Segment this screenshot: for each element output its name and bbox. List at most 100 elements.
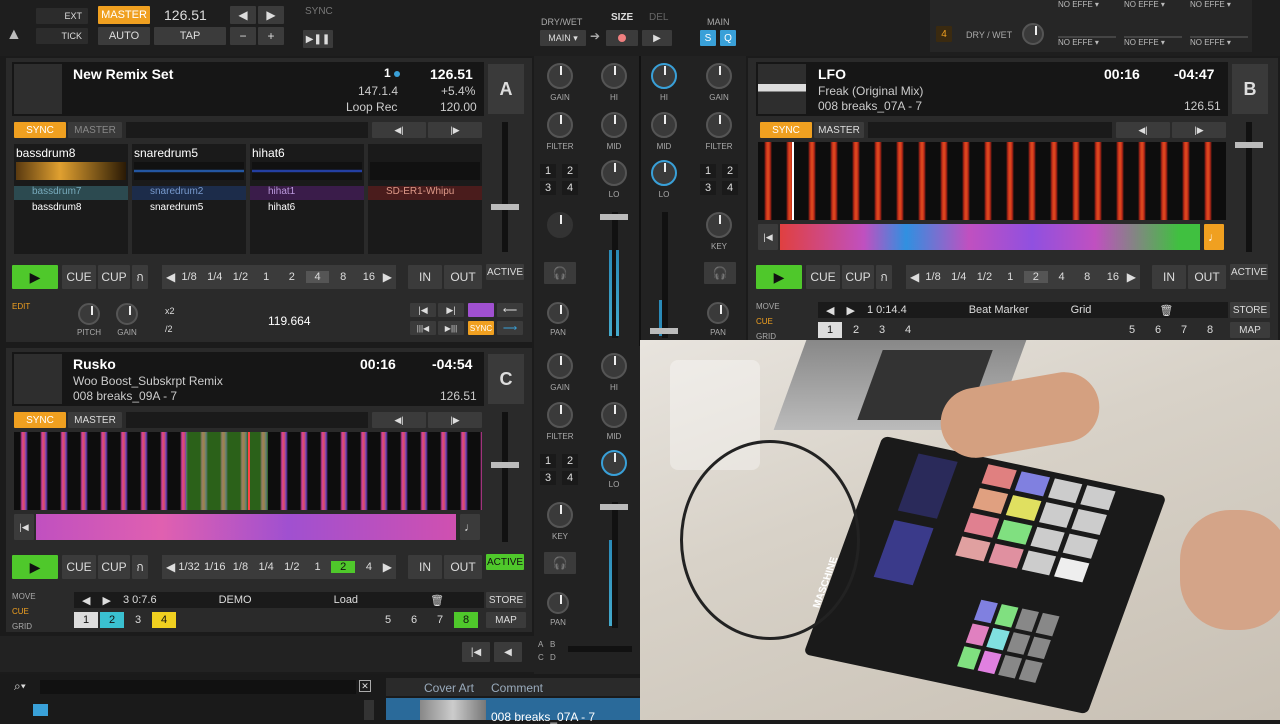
trash-icon[interactable]: 🗑 — [1159, 304, 1173, 317]
deck-b-cue-prev[interactable]: ◀ — [826, 304, 834, 317]
deck-a-sync-button[interactable]: SYNC — [14, 122, 66, 138]
deck-a-arrow-button[interactable]: ⟵ — [497, 303, 523, 317]
search-input[interactable] — [40, 680, 356, 694]
deck-b-loop-1[interactable]: 1/4 — [947, 271, 971, 283]
deck-b-hotcue-3[interactable]: 3 — [870, 322, 894, 338]
deck-a-arrow-right-button[interactable]: ⟶ — [497, 321, 523, 335]
deck-b-master-button[interactable]: MASTER — [814, 122, 864, 138]
remix-slot-2[interactable]: snaredrum5 snaredrum2 snaredrum5 — [132, 144, 246, 254]
deck-b-hotcue-5[interactable]: 5 — [1120, 322, 1144, 338]
deck-a-loop-7[interactable]: 16 — [357, 271, 381, 283]
deck-b-loop-6[interactable]: 8 — [1075, 271, 1099, 283]
mixer-a-gain-knob[interactable] — [547, 63, 573, 89]
deck-b-loop-0[interactable]: 1/8 — [921, 271, 945, 283]
deck-a-play-button[interactable]: ▶ — [12, 265, 58, 289]
mixer-a-fx-3[interactable]: 3 — [540, 181, 556, 195]
deck-b-overview[interactable] — [780, 224, 1200, 250]
mixer-a-headphone-button[interactable]: 🎧 — [544, 262, 576, 284]
deck-a-flux-button[interactable]: ก — [132, 265, 148, 289]
fx4-button[interactable]: 4 — [936, 26, 952, 42]
deck-a-master-button[interactable]: MASTER — [68, 122, 122, 138]
comment-column[interactable]: Comment — [491, 681, 543, 695]
deck-c-grid-label[interactable]: GRID — [12, 622, 32, 631]
deck-b-hotcue-1[interactable]: 1 — [818, 322, 842, 338]
deck-b-next-button[interactable]: |▶ — [1172, 122, 1226, 138]
mixer-a-key-knob[interactable] — [547, 212, 573, 238]
search-icon[interactable]: ⌕▾ — [14, 679, 26, 694]
mixer-a-hi-knob[interactable] — [601, 63, 627, 89]
deck-c-in-button[interactable]: IN — [408, 555, 442, 579]
fx-slot-2[interactable]: NO EFFE ▾ — [1124, 36, 1182, 48]
deck-a-cue-button[interactable]: CUE — [62, 265, 96, 289]
close-icon[interactable]: ✕ — [359, 680, 371, 692]
mixer-b-pan-knob[interactable] — [707, 302, 729, 324]
mixer-b-headphone-button[interactable]: 🎧 — [704, 262, 736, 284]
mixer-c-headphone-button[interactable]: 🎧 — [544, 552, 576, 574]
deck-c-flux-button[interactable]: ก — [132, 555, 148, 579]
mixer-a-filter-knob[interactable] — [547, 112, 573, 138]
deck-b-marker[interactable]: Beat Marker — [969, 304, 1029, 316]
deck-a-active-button[interactable]: ACTIVE — [486, 264, 524, 280]
deck-c-hotcue-5[interactable]: 5 — [376, 612, 400, 628]
mixer-a-lo-knob[interactable] — [601, 160, 627, 186]
deck-a-x2[interactable]: x2 — [165, 306, 175, 316]
play-fx-button[interactable]: ▶ — [642, 30, 672, 46]
mixer-b-fx-4[interactable]: 4 — [722, 181, 738, 195]
mixer-c-fx-1[interactable]: 1 — [540, 454, 556, 468]
mixer-c-fx-2[interactable]: 2 — [562, 454, 578, 468]
deck-c-loop-2[interactable]: 1/8 — [229, 561, 253, 573]
q-button[interactable]: Q — [720, 30, 736, 46]
deck-b-cue-button[interactable]: CUE — [806, 265, 840, 289]
record-button[interactable] — [606, 30, 638, 46]
mixer-c-filter-knob[interactable] — [547, 402, 573, 428]
deck-a-out-button[interactable]: OUT — [444, 265, 482, 289]
deck-b-waveform[interactable] — [758, 142, 1226, 220]
fx-slot-1[interactable]: NO EFFE ▾ — [1058, 36, 1116, 48]
deck-c-sync-button[interactable]: SYNC — [14, 412, 66, 428]
mixer-a-volume-handle[interactable] — [600, 214, 628, 220]
deck-b-flux-button[interactable]: ก — [876, 265, 892, 289]
deck-b-store-button[interactable]: STORE — [1230, 302, 1270, 318]
deck-b-out-button[interactable]: OUT — [1188, 265, 1226, 289]
deck-c-hotcue-1[interactable]: 1 — [74, 612, 98, 628]
deck-a-gain-knob[interactable] — [116, 303, 138, 325]
deck-a-loop-1[interactable]: 1/4 — [203, 271, 227, 283]
deck-b-hotcue-7[interactable]: 7 — [1172, 322, 1196, 338]
deck-b-loop-2[interactable]: 1/2 — [973, 271, 997, 283]
mixer-a-fx-2[interactable]: 2 — [562, 164, 578, 178]
deck-c-hotcue-8[interactable]: 8 — [454, 612, 478, 628]
deck-b-prev-button[interactable]: ◀| — [1116, 122, 1170, 138]
deck-c-hotcue-7[interactable]: 7 — [428, 612, 452, 628]
deck-c-move-label[interactable]: MOVE — [12, 592, 36, 601]
mixer-b-hi-knob[interactable] — [651, 63, 677, 89]
mixer-a-fx-4[interactable]: 4 — [562, 181, 578, 195]
deck-a-tempo-fader[interactable] — [502, 122, 508, 252]
deck-c-map-button[interactable]: MAP — [486, 612, 526, 628]
deck-a-loop-3[interactable]: 1 — [254, 271, 278, 283]
deck-c-hotcue-3[interactable]: 3 — [126, 612, 150, 628]
deck-b-loop-3[interactable]: 1 — [998, 271, 1022, 283]
mixer-b-volume-handle[interactable] — [650, 328, 678, 334]
deck-c-hotcue-2[interactable]: 2 — [100, 612, 124, 628]
deck-c-hotcue-6[interactable]: 6 — [402, 612, 426, 628]
play-pause-icon[interactable]: ▶❚❚ — [303, 30, 333, 48]
mixer-a-mid-knob[interactable] — [601, 112, 627, 138]
deck-c-store-button[interactable]: STORE — [486, 592, 526, 608]
slot-3-sample-1[interactable]: hihat1 — [250, 186, 364, 200]
deck-a-bpm[interactable]: 119.664 — [268, 314, 311, 328]
tempo-minus-button[interactable]: − — [230, 27, 256, 45]
deck-b-loop-4[interactable]: 2 — [1023, 271, 1048, 283]
deck-b-loop-5[interactable]: 4 — [1050, 271, 1074, 283]
slot-2-sample-2[interactable]: snaredrum5 — [132, 202, 246, 216]
mixer-b-gain-knob[interactable] — [706, 63, 732, 89]
slot-3-sample-2[interactable]: hihat6 — [250, 202, 364, 216]
mixer-b-fx-2[interactable]: 2 — [722, 164, 738, 178]
deck-a-d2[interactable]: /2 — [165, 324, 173, 334]
ext-button[interactable]: EXT — [36, 8, 88, 24]
deck-b-sync-button[interactable]: SYNC — [760, 122, 812, 138]
mixer-b-key-knob[interactable] — [706, 212, 732, 238]
remix-slot-3[interactable]: hihat6 hihat1 hihat6 — [250, 144, 364, 254]
mixer-c-volume-fader[interactable] — [612, 502, 618, 628]
deck-c-overview-back[interactable]: |◀ — [14, 514, 34, 540]
s-button[interactable]: S — [700, 30, 716, 46]
